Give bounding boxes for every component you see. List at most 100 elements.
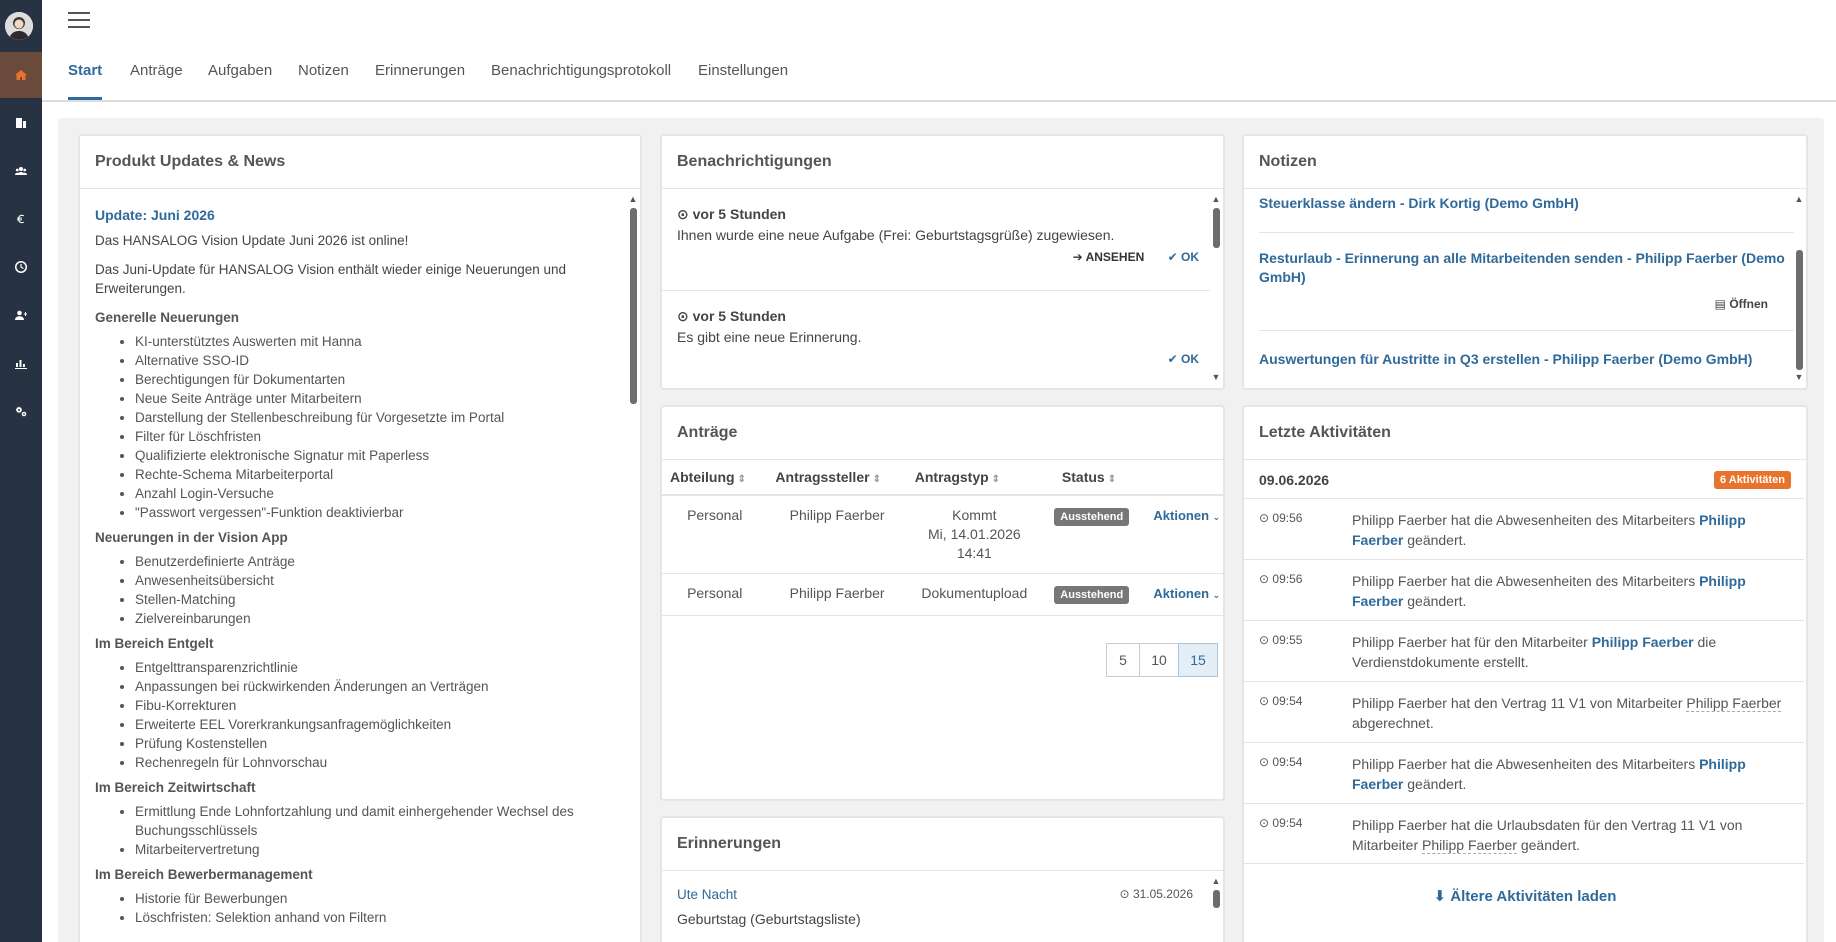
scroll-thumb[interactable] [1213,208,1220,248]
panel-divider [1244,459,1806,460]
main-tabs: Start Anträge Aufgaben Notizen Erinnerun… [56,52,1836,100]
scroll-up-icon[interactable]: ▲ [1211,194,1221,204]
actions-dropdown[interactable]: Aktionen ⌄ [1153,508,1220,523]
scroll-up-icon[interactable]: ▲ [1794,194,1804,204]
tab-benachrichtigungsprotokoll[interactable]: Benachrichtigungsprotokoll [491,62,671,100]
page-size-10[interactable]: 10 [1139,643,1179,677]
column-header-antragssteller[interactable]: Antragssteller ⇕ [767,459,907,496]
tab-notizen[interactable]: Notizen [298,62,349,100]
sidebar-item-company[interactable] [0,100,42,146]
scroll-up-icon[interactable]: ▲ [628,194,638,204]
scroll-thumb[interactable] [1796,250,1803,370]
load-older-activities-button[interactable]: ⬇ Ältere Aktivitäten laden [1244,887,1806,905]
notification-ok-button[interactable]: ✔ OK [1168,250,1199,264]
avatar-icon [5,12,33,40]
activity-time-text: 09:56 [1272,511,1303,525]
note-item[interactable]: Steuerklasse ändern - Dirk Kortig (Demo … [1259,194,1789,213]
table-row: Personal Philipp Faerber Dokumentupload … [662,573,1223,616]
chevron-down-icon: ⌄ [1212,590,1221,600]
sidebar-item-payroll[interactable] [0,196,42,242]
clock-icon: ⊙ [1119,887,1130,901]
user-plus-icon [15,310,27,320]
sidebar-item-home[interactable] [0,52,42,98]
cell-antragsteller: Philipp Faerber [767,573,907,616]
news-item: Anzahl Login-Versuche [135,484,635,503]
note-item[interactable]: Auswertungen für Austritte in Q3 erstell… [1259,350,1789,369]
news-item: Entgelttransparenzrichtlinie [135,658,635,677]
open-label: Öffnen [1729,297,1768,311]
tab-start[interactable]: Start [68,62,103,100]
panel-title: Notizen [1259,153,1317,170]
type-line: Kommt [952,507,997,523]
news-scrollbar[interactable]: ▲ [628,194,638,942]
news-item: Rechte-Schema Mitarbeiterportal [135,465,635,484]
notification-action-bar: ➔ ANSEHEN ✔ OK [1073,250,1199,264]
news-update-title[interactable]: Update: Juni 2026 [95,206,635,225]
sidebar-item-reports[interactable] [0,340,42,386]
clock-icon [15,261,27,273]
news-item: Neue Seite Anträge unter Mitarbeitern [135,389,635,408]
activity-time-text: 09:55 [1272,633,1303,647]
news-item: Zielvereinbarungen [135,609,635,628]
scroll-up-icon[interactable]: ▲ [1211,876,1221,886]
news-section-list: Entgelttransparenzrichtlinie Anpassungen… [135,658,635,772]
sidebar-item-settings[interactable] [0,388,42,434]
reminder-name[interactable]: Ute Nacht [677,887,737,902]
activity-text-pre: Philipp Faerber hat den Vertrag 11 V1 vo… [1352,695,1687,711]
activity-text-pre: Philipp Faerber hat die Abwesenheiten de… [1352,512,1700,528]
notification-see-button[interactable]: ➔ ANSEHEN [1073,250,1145,264]
tab-antraege[interactable]: Anträge [130,62,183,100]
notification-ok-button[interactable]: ✔ OK [1168,352,1199,366]
panel-product-news: Produkt Updates & News Update: Juni 2026… [78,134,642,942]
news-item: Berechtigungen für Dokumentarten [135,370,635,389]
scroll-thumb[interactable] [1213,890,1220,908]
news-item: Mitarbeitervertretung [135,840,635,859]
activity-time: ⊙ 09:54 [1259,755,1302,769]
note-divider [1259,330,1794,331]
see-label: ANSEHEN [1085,250,1145,264]
news-item: Filter für Löschfristen [135,427,635,446]
sidebar-item-time[interactable] [0,244,42,290]
activity-text: Philipp Faerber hat die Abwesenheiten de… [1352,510,1782,550]
note-divider [1259,232,1794,233]
panel-title: Erinnerungen [677,835,782,852]
cell-actions: Aktionen ⌄ [1141,495,1223,574]
column-header-status[interactable]: Status ⇕ [1041,459,1142,496]
status-badge: Ausstehend [1054,586,1130,604]
cell-antragstyp: Dokumentupload [906,573,1042,616]
column-label: Antragssteller [775,468,870,485]
employee-link[interactable]: Philipp Faerber [1592,634,1694,650]
arrow-down-icon: ⬇ [1433,888,1447,905]
news-item: Benutzerdefinierte Anträge [135,552,635,571]
news-section-list: KI-unterstütztes Auswerten mit Hanna Alt… [135,332,635,522]
user-avatar[interactable] [5,12,33,40]
page-size-5[interactable]: 5 [1106,643,1140,677]
actions-dropdown[interactable]: Aktionen ⌄ [1153,586,1220,601]
scroll-thumb[interactable] [630,208,637,404]
page-size-15[interactable]: 15 [1178,643,1218,677]
activity-time: ⊙ 09:54 [1259,694,1302,708]
notes-scrollbar[interactable]: ▲ ▼ [1794,194,1804,384]
tab-einstellungen[interactable]: Einstellungen [698,62,788,100]
sidebar-item-applicants[interactable] [0,292,42,338]
activity-text-post: geändert. [1403,532,1467,548]
column-header-abteilung[interactable]: Abteilung ⇕ [662,459,768,496]
activity-row: ⊙ 09:54 Philipp Faerber hat die Abwesenh… [1244,742,1804,803]
notifications-scrollbar[interactable]: ▲ ▼ [1211,194,1221,384]
notification-message: Ihnen wurde eine neue Aufgabe (Frei: Geb… [677,227,1115,243]
tab-erinnerungen[interactable]: Erinnerungen [375,62,465,100]
menu-toggle-icon[interactable] [68,12,90,28]
reminders-scrollbar[interactable]: ▲ [1211,876,1221,942]
activities-date: 09.06.2026 [1259,472,1330,488]
tab-aufgaben[interactable]: Aufgaben [208,62,272,100]
panel-divider [662,188,1223,189]
note-open-button[interactable]: ▤ Öffnen [1715,297,1768,311]
note-item[interactable]: Resturlaub - Erinnerung an alle Mitarbei… [1259,249,1789,287]
news-intro-2: Das Juni-Update für HANSALOG Vision enth… [95,262,567,296]
column-header-antragstyp[interactable]: Antragstyp ⇕ [906,459,1042,496]
scroll-down-icon[interactable]: ▼ [1211,372,1221,382]
panel-divider [1244,188,1806,189]
sidebar-item-employees[interactable] [0,148,42,194]
scroll-down-icon[interactable]: ▼ [1794,372,1804,382]
activity-time-text: 09:56 [1272,572,1303,586]
